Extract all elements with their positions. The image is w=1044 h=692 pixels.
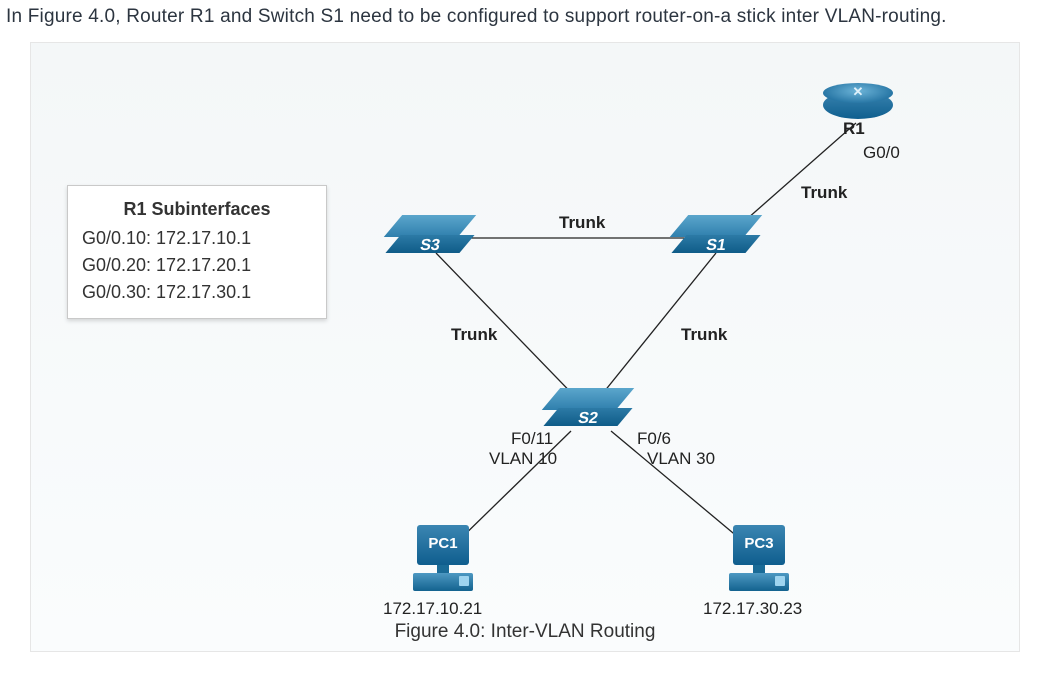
figure-area: R1 Subinterfaces G0/0.10: 172.17.10.1 G0…: [30, 42, 1020, 652]
router-arrows-icon: ✕: [823, 84, 893, 100]
switch-s2: S2: [551, 388, 625, 428]
link-label-s3-s1: Trunk: [559, 213, 605, 233]
s2-pc3-vlan-label: VLAN 30: [647, 449, 715, 469]
router-label: R1: [843, 119, 865, 139]
topology-links: [31, 43, 1021, 653]
router-interface-label: G0/0: [863, 143, 900, 163]
s2-pc1-port-label: F0/11: [511, 429, 553, 449]
link-label-s3-s2: Trunk: [451, 325, 497, 345]
pc1: [407, 525, 487, 605]
cfgbox-line: G0/0.20: 172.17.20.1: [82, 252, 312, 279]
figure-caption: Figure 4.0: Inter-VLAN Routing: [31, 621, 1019, 643]
cfgbox-line: G0/0.10: 172.17.10.1: [82, 225, 312, 252]
switch-s1: S1: [679, 215, 753, 255]
pc3-ip-label: 172.17.30.23: [703, 599, 802, 619]
pc3-monitor-icon: [733, 525, 785, 565]
s2-pc1-vlan-label: VLAN 10: [489, 449, 557, 469]
s2-pc3-port-label: F0/6: [637, 429, 671, 449]
intro-text: In Figure 4.0, Router R1 and Switch S1 n…: [6, 6, 947, 28]
link-label-s1-s2: Trunk: [681, 325, 727, 345]
pc1-ip-label: 172.17.10.21: [383, 599, 482, 619]
switch-s3-label: S3: [391, 237, 468, 255]
switch-s2-label: S2: [549, 410, 626, 428]
cfgbox-line: G0/0.30: 172.17.30.1: [82, 279, 312, 306]
r1-subinterfaces-box: R1 Subinterfaces G0/0.10: 172.17.10.1 G0…: [67, 185, 327, 319]
switch-s3: S3: [393, 215, 467, 255]
switch-s1-label: S1: [677, 237, 754, 255]
cfgbox-title: R1 Subinterfaces: [82, 196, 312, 223]
link-label-s1-r1: Trunk: [801, 183, 847, 203]
pc1-monitor-icon: [417, 525, 469, 565]
pc3: [723, 525, 803, 605]
